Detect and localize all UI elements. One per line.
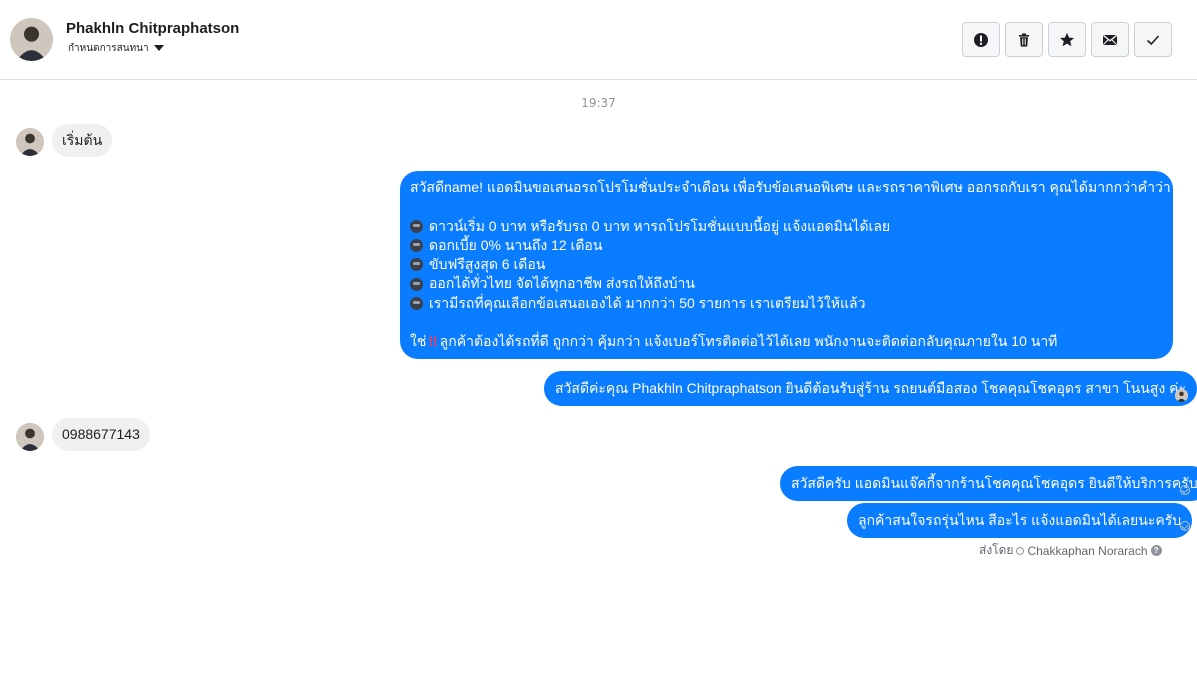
message-line: เรามีรถที่คุณเลือกข้อเสนอเองได้ มากกว่า … (410, 294, 1163, 313)
message-text: เริ่มต้น (62, 132, 103, 148)
robot-emoji-icon (410, 219, 423, 233)
mark-done-button[interactable] (1134, 22, 1172, 57)
message-line: ออกได้ทั่วไทย จัดได้ทุกอาชีพ ส่งรถให้ถึง… (410, 274, 1163, 293)
trash-icon (1019, 33, 1029, 46)
person-photo-icon (16, 128, 44, 156)
alert-icon (974, 32, 988, 47)
message-line: สวัสดีname! แอดมินขอเสนอรถโปรโมชั่นประจำ… (410, 179, 1197, 195)
outgoing-message[interactable]: สวัสดีname! แอดมินขอเสนอรถโปรโมชั่นประจำ… (400, 171, 1197, 359)
conversation-actions (962, 22, 1172, 57)
message-line: ดอกเบี้ย 0% นานถึง 12 เดือน (410, 236, 1163, 255)
mark-unread-button[interactable] (1091, 22, 1129, 57)
robot-emoji-icon (410, 239, 423, 253)
seen-avatar (1175, 389, 1188, 402)
help-icon[interactable]: ? (1150, 545, 1162, 556)
double-exclamation-icon: !! (428, 333, 438, 350)
message-line-blank (410, 313, 1163, 332)
check-icon (1146, 34, 1160, 45)
outgoing-message[interactable]: ลูกค้าสนใจรถรุ่นไหน สีอะไร แจ้งแอดมินได้… (847, 503, 1193, 539)
star-button[interactable] (1048, 22, 1086, 57)
delete-button[interactable] (1005, 22, 1043, 57)
message-timestamp: 19:37 (581, 96, 616, 110)
message-text: ลูกค้าสนใจรถรุ่นไหน สีอะไร แจ้งแอดมินได้… (858, 512, 1182, 528)
sent-by-info: ส่งโดย Chakkaphan Norarach ? (979, 541, 1162, 560)
delivered-check-icon (1180, 485, 1190, 495)
star-icon (1060, 32, 1074, 46)
robot-emoji-icon (410, 258, 423, 272)
caret-down-icon (153, 45, 164, 51)
outgoing-message[interactable]: สวัสดีค่ะคุณ Phakhln Chitpraphatson ยินด… (544, 371, 1197, 407)
sender-avatar[interactable] (16, 128, 44, 156)
robot-emoji-icon (410, 296, 423, 310)
status-dot-icon (1016, 546, 1025, 555)
robot-emoji-icon (410, 277, 423, 291)
sent-by-label: ส่งโดย (979, 543, 1014, 557)
incoming-message[interactable]: 0988677143 (52, 418, 150, 452)
sender-avatar[interactable] (16, 423, 44, 451)
person-photo-icon (16, 423, 44, 451)
message-line: ดาวน์เริ่ม 0 บาท หรือรับรถ 0 บาท หารถโปร… (410, 217, 1163, 236)
mail-icon (1103, 34, 1117, 45)
conversation-label-dropdown[interactable]: กำหนดการสนทนา (68, 41, 164, 55)
mark-spam-button[interactable] (962, 22, 1000, 57)
conversation-header: Phakhln Chitpraphatson กำหนดการสนทนา (0, 0, 1197, 80)
conversation-label-text: กำหนดการสนทนา (68, 42, 149, 54)
message-line-blank (410, 197, 1163, 216)
message-text: สวัสดีค่ะคุณ Phakhln Chitpraphatson ยินด… (555, 380, 1186, 396)
message-text: 0988677143 (62, 426, 140, 442)
delivered-check-icon (1180, 521, 1190, 531)
contact-avatar[interactable] (10, 18, 53, 61)
contact-name[interactable]: Phakhln Chitpraphatson (66, 20, 239, 37)
incoming-message[interactable]: เริ่มต้น (52, 124, 113, 158)
message-line: ขับฟรีสูงสุด 6 เดือน (410, 255, 1163, 274)
person-photo-icon (10, 18, 53, 61)
message-text: สวัสดีครับ แอดมินแจ๊คกี้จากร้านโชคคุณโชค… (791, 475, 1197, 491)
person-photo-icon (1175, 389, 1188, 402)
message-line: ใช่!! ลูกค้าต้องได้รถที่ดี ถูกกว่า คุ้มกว… (410, 332, 1163, 351)
outgoing-message[interactable]: สวัสดีครับ แอดมินแจ๊คกี้จากร้านโชคคุณโชค… (780, 466, 1197, 502)
sent-by-name[interactable]: Chakkaphan Norarach (1027, 544, 1147, 558)
